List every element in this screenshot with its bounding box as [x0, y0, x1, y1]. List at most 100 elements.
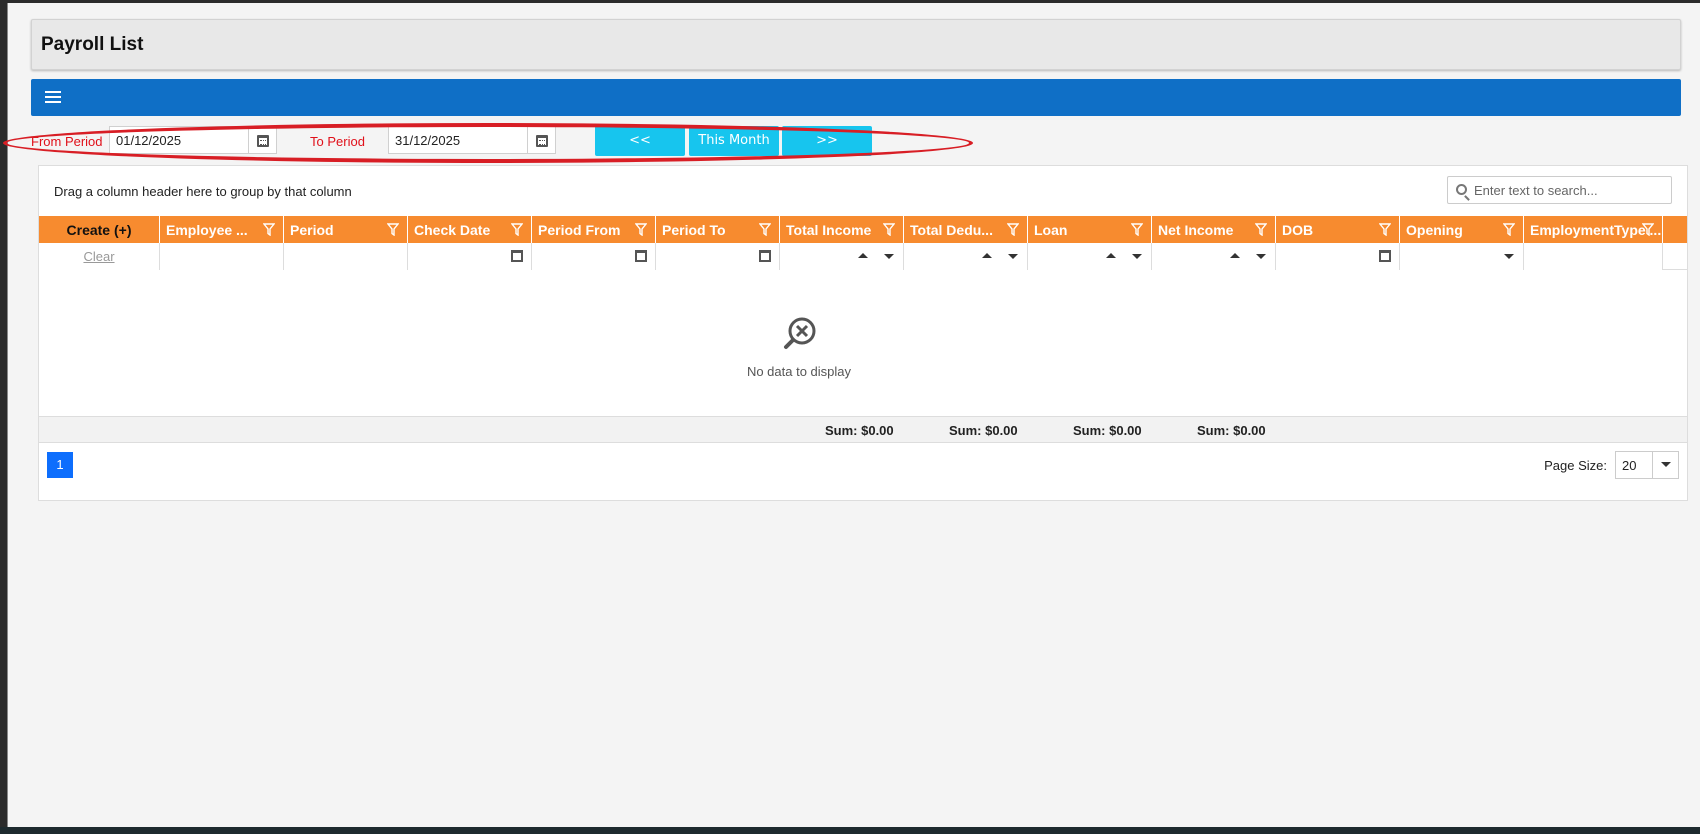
grid-filter-row: Clear: [39, 243, 1687, 270]
column-header-label: Total Dedu...: [910, 222, 993, 238]
filter-cell-employee[interactable]: [160, 243, 284, 270]
to-period-calendar-button[interactable]: [528, 126, 556, 154]
column-header-label: Period From: [538, 222, 621, 238]
column-header-total-income[interactable]: Total Income: [780, 216, 904, 243]
filter-cell-check-date[interactable]: [408, 243, 532, 270]
grid-summary-row: Sum: $0.00 Sum: $0.00 Sum: $0.00 Sum: $0…: [39, 416, 1687, 443]
calendar-icon: [257, 135, 269, 147]
previous-month-button[interactable]: <<: [595, 126, 685, 156]
page-size-value: 20: [1622, 458, 1637, 473]
column-header-label: Employee ...: [166, 222, 248, 238]
column-header-label: Period To: [662, 222, 726, 238]
filter-cell-period[interactable]: [284, 243, 408, 270]
column-header-loan[interactable]: Loan: [1028, 216, 1152, 243]
app-window: Payroll List From Period 01/12/2025 To P…: [3, 3, 1700, 827]
column-header-label: Check Date: [414, 222, 491, 238]
filter-funnel-icon[interactable]: [1007, 223, 1019, 236]
calendar-icon: [536, 135, 548, 147]
column-header-dob[interactable]: DOB: [1276, 216, 1400, 243]
filter-funnel-icon[interactable]: [759, 223, 771, 236]
page-size-select[interactable]: 20: [1615, 451, 1679, 479]
payroll-grid: Drag a column header here to group by th…: [38, 165, 1688, 501]
filter-cell-loan[interactable]: [1028, 243, 1152, 270]
column-header-label: Opening: [1406, 222, 1463, 238]
sum-net-income: Sum: $0.00: [1197, 423, 1266, 438]
calendar-icon[interactable]: [759, 250, 771, 262]
calendar-icon[interactable]: [1379, 250, 1391, 262]
from-period-calendar-button[interactable]: [249, 126, 277, 154]
filter-cell-period-from[interactable]: [532, 243, 656, 270]
filter-funnel-icon[interactable]: [1503, 223, 1515, 236]
filter-cell-period-to[interactable]: [656, 243, 780, 270]
spin-up-icon[interactable]: [1106, 253, 1116, 258]
hamburger-menu-icon[interactable]: [45, 91, 61, 103]
filter-cell-create[interactable]: Clear: [39, 243, 160, 270]
spin-down-icon[interactable]: [884, 254, 894, 259]
search-icon: [1456, 184, 1467, 195]
sum-total-income: Sum: $0.00: [825, 423, 894, 438]
column-header-create[interactable]: Create (+): [39, 216, 160, 243]
filter-funnel-icon[interactable]: [387, 223, 399, 236]
calendar-icon[interactable]: [635, 250, 647, 262]
menu-bar: [31, 79, 1681, 116]
grid-search-box[interactable]: [1447, 176, 1672, 204]
column-header-label: Total Income: [786, 222, 872, 238]
no-data-text: No data to display: [746, 364, 852, 379]
from-period-input[interactable]: 01/12/2025: [109, 126, 249, 154]
page-size-dropdown-button[interactable]: [1652, 452, 1678, 478]
column-header-employee[interactable]: Employee ...: [160, 216, 284, 243]
filter-cell-dob[interactable]: [1276, 243, 1400, 270]
filter-cell-employment-type[interactable]: [1524, 243, 1663, 270]
spin-up-icon[interactable]: [858, 253, 868, 258]
chevron-down-icon[interactable]: [1504, 254, 1514, 259]
column-header-total-deduction[interactable]: Total Dedu...: [904, 216, 1028, 243]
sum-loan: Sum: $0.00: [1073, 423, 1142, 438]
group-panel-hint: Drag a column header here to group by th…: [54, 184, 352, 199]
page-button-1[interactable]: 1: [47, 452, 73, 478]
spin-up-icon[interactable]: [1230, 253, 1240, 258]
filter-cell-opening[interactable]: [1400, 243, 1524, 270]
page-title: Payroll List: [41, 34, 144, 55]
filter-funnel-icon[interactable]: [635, 223, 647, 236]
to-period-input[interactable]: 31/12/2025: [388, 126, 528, 154]
column-header-period-from[interactable]: Period From: [532, 216, 656, 243]
column-header-label: Create (+): [66, 222, 132, 238]
grid-pager: 1 Page Size: 20: [39, 443, 1687, 487]
to-period-label: To Period: [310, 134, 365, 149]
column-header-check-date[interactable]: Check Date: [408, 216, 532, 243]
filter-funnel-icon[interactable]: [1379, 223, 1391, 236]
column-header-opening[interactable]: Opening: [1400, 216, 1524, 243]
column-header-employment-type[interactable]: EmploymentType ...: [1524, 216, 1663, 243]
grid-empty-area: No data to display: [39, 270, 1687, 416]
sum-total-deduction: Sum: $0.00: [949, 423, 1018, 438]
filter-funnel-icon[interactable]: [1255, 223, 1267, 236]
filter-cell-total-income[interactable]: [780, 243, 904, 270]
filter-cell-total-deduction[interactable]: [904, 243, 1028, 270]
filter-funnel-icon[interactable]: [883, 223, 895, 236]
column-header-label: Net Income: [1158, 222, 1234, 238]
column-header-period-to[interactable]: Period To: [656, 216, 780, 243]
clear-filter-link[interactable]: Clear: [39, 249, 159, 264]
taskbar-strip: [0, 827, 1700, 834]
column-header-period[interactable]: Period: [284, 216, 408, 243]
filter-funnel-icon[interactable]: [1642, 223, 1654, 236]
this-month-button[interactable]: This Month: [689, 126, 779, 156]
filter-funnel-icon[interactable]: [263, 223, 275, 236]
spin-down-icon[interactable]: [1256, 254, 1266, 259]
grid-search-input[interactable]: [1474, 177, 1669, 203]
filter-cell-net-income[interactable]: [1152, 243, 1276, 270]
column-header-net-income[interactable]: Net Income: [1152, 216, 1276, 243]
spin-down-icon[interactable]: [1132, 254, 1142, 259]
calendar-icon[interactable]: [511, 250, 523, 262]
chevron-down-icon: [1661, 462, 1671, 467]
filter-funnel-icon[interactable]: [1131, 223, 1143, 236]
page-size-label: Page Size:: [1544, 458, 1607, 473]
grid-header-row: Create (+) Employee ... Period Check Date Pe…: [39, 216, 1687, 243]
title-bar: Payroll List: [31, 19, 1681, 70]
spin-up-icon[interactable]: [982, 253, 992, 258]
column-header-label: Loan: [1034, 222, 1068, 238]
filter-funnel-icon[interactable]: [511, 223, 523, 236]
next-month-button[interactable]: >>: [782, 126, 872, 156]
spin-down-icon[interactable]: [1008, 254, 1018, 259]
from-period-label: From Period: [31, 134, 103, 149]
